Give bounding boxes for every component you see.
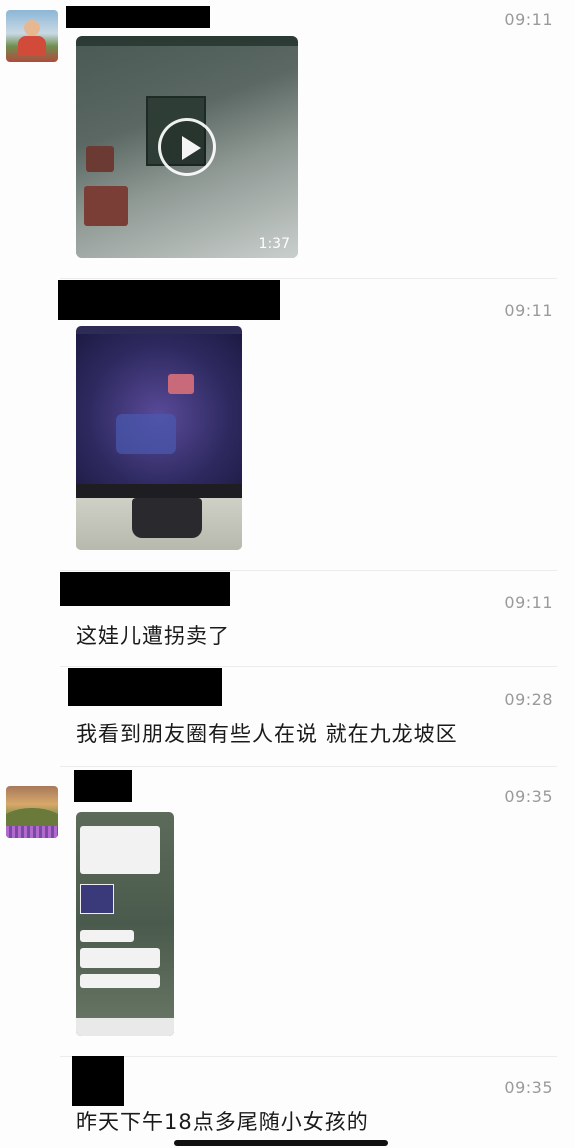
screenshot-thumbnail: [80, 884, 114, 914]
redacted-sender-name: [74, 770, 132, 802]
avatar-figure-body: [18, 36, 46, 56]
divider: [60, 570, 557, 571]
photo-monitor-screen: [76, 334, 242, 484]
redacted-sender-name: [60, 572, 230, 606]
photo-monitor-bezel: [76, 484, 242, 498]
screenshot-bubble: [80, 930, 134, 942]
message-time: 09:35: [504, 787, 553, 806]
screenshot-input-bar: [76, 1018, 174, 1036]
image-thumbnail[interactable]: [76, 326, 242, 550]
divider: [60, 666, 557, 667]
message-text-content: 这娃儿遭拐卖了: [76, 624, 230, 648]
video-scene-chair: [86, 146, 114, 172]
message-time: 09:35: [504, 1078, 553, 1097]
avatar-flowers: [6, 826, 58, 838]
play-icon[interactable]: [158, 118, 216, 176]
message-text-content: 我看到朋友圈有些人在说 就在九龙坡区: [76, 722, 458, 746]
divider: [60, 1056, 557, 1057]
divider: [60, 766, 557, 767]
video-duration: 1:37: [258, 236, 290, 252]
chat-history: 09:11 1:37 09:11 09:11 这娃儿遭拐卖了 09:28 我看到…: [0, 0, 575, 1148]
redacted-sender-name: [72, 1056, 124, 1106]
avatar[interactable]: [6, 10, 58, 62]
message-time: 09:11: [504, 593, 553, 612]
video-scene-chair: [84, 186, 128, 226]
video-thumbnail[interactable]: 1:37: [76, 36, 298, 258]
redacted-sender-name: [68, 668, 222, 706]
screenshot-bubble: [80, 948, 160, 968]
message-text-content: 昨天下午18点多尾随小女孩的: [76, 1110, 369, 1134]
photo-detail: [116, 414, 176, 454]
photo-monitor-stand: [132, 498, 202, 538]
screenshot-bubble: [80, 974, 160, 988]
message-time: 09:28: [504, 690, 553, 709]
message-time: 09:11: [504, 10, 553, 29]
screenshot-bubble: [80, 826, 160, 874]
message-time: 09:11: [504, 301, 553, 320]
image-thumbnail[interactable]: [76, 812, 174, 1036]
divider: [60, 278, 557, 279]
avatar[interactable]: [6, 786, 58, 838]
redacted-sender-name: [66, 6, 210, 28]
home-indicator[interactable]: [174, 1140, 388, 1146]
redacted-sender-name: [58, 280, 280, 320]
photo-detail: [168, 374, 194, 394]
avatar-figure: [24, 20, 40, 36]
